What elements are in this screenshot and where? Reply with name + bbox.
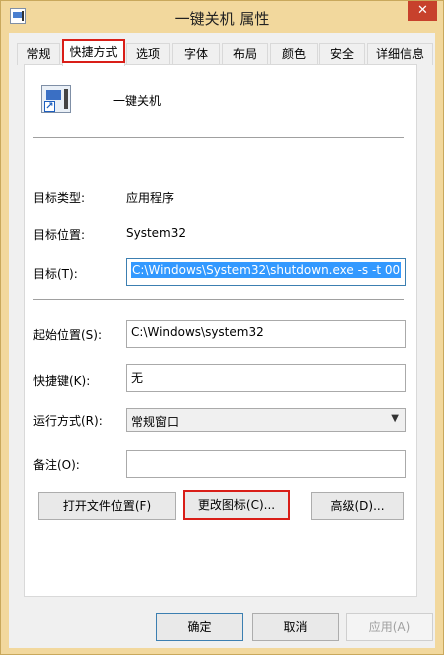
window-title: 一键关机 属性 bbox=[174, 10, 270, 28]
target-type-label: 目标类型: bbox=[33, 191, 86, 205]
target-location-label: 目标位置: bbox=[33, 228, 86, 242]
target-location-value: System32 bbox=[126, 226, 187, 240]
comment-input[interactable] bbox=[126, 450, 406, 478]
comment-label: 备注(O): bbox=[33, 458, 80, 472]
tab-security[interactable]: 安全 bbox=[319, 43, 365, 65]
tab-highlight-box bbox=[62, 39, 125, 63]
run-label: 运行方式(R): bbox=[33, 414, 103, 428]
run-select-value: 常规窗口 bbox=[131, 415, 180, 429]
separator bbox=[33, 299, 404, 301]
tab-font[interactable]: 字体 bbox=[172, 43, 220, 65]
target-input-selected-text: C:\Windows\System32\shutdown.exe -s -t 0… bbox=[131, 262, 402, 278]
run-select[interactable]: 常规窗口 ▼ bbox=[126, 408, 406, 432]
tab-general[interactable]: 常规 bbox=[17, 43, 60, 65]
shortcut-panel: ↗ 一键关机 目标类型: 应用程序 目标位置: System32 目标(T): … bbox=[24, 64, 417, 597]
close-button[interactable]: ✕ bbox=[408, 1, 437, 21]
shortcut-key-label: 快捷键(K): bbox=[33, 374, 91, 388]
advanced-button[interactable]: 高级(D)... bbox=[311, 492, 404, 520]
cancel-button[interactable]: 取消 bbox=[252, 613, 339, 641]
tab-strip: 常规 快捷方式 选项 字体 布局 颜色 安全 详细信息 bbox=[17, 39, 433, 66]
title-bar[interactable]: 一键关机 属性 ✕ bbox=[1, 1, 443, 33]
tab-colors[interactable]: 颜色 bbox=[270, 43, 318, 65]
ok-button[interactable]: 确定 bbox=[156, 613, 243, 641]
target-type-value: 应用程序 bbox=[126, 191, 175, 205]
chevron-down-icon: ▼ bbox=[391, 413, 399, 424]
target-label: 目标(T): bbox=[33, 267, 78, 281]
tab-options[interactable]: 选项 bbox=[126, 43, 170, 65]
properties-window: 一键关机 属性 ✕ 常规 快捷方式 选项 字体 布局 颜色 安全 详细信息 ↗ … bbox=[0, 0, 444, 655]
tab-details[interactable]: 详细信息 bbox=[367, 43, 433, 65]
dialog-client: 常规 快捷方式 选项 字体 布局 颜色 安全 详细信息 ↗ 一键关机 目标类型:… bbox=[9, 33, 435, 648]
open-file-location-button[interactable]: 打开文件位置(F) bbox=[38, 492, 176, 520]
tab-layout[interactable]: 布局 bbox=[222, 43, 268, 65]
shortcut-file-icon: ↗ bbox=[41, 85, 71, 113]
shortcut-key-input[interactable]: 无 bbox=[126, 364, 406, 392]
start-in-label: 起始位置(S): bbox=[33, 328, 103, 342]
separator bbox=[33, 137, 404, 139]
apply-button[interactable]: 应用(A) bbox=[346, 613, 433, 641]
change-icon-button[interactable]: 更改图标(C)... bbox=[183, 490, 290, 520]
shortcut-name: 一键关机 bbox=[113, 94, 162, 108]
tab-shortcut[interactable]: 快捷方式 bbox=[62, 39, 125, 66]
target-input[interactable]: C:\Windows\System32\shutdown.exe -s -t 0… bbox=[126, 258, 406, 286]
start-in-input[interactable]: C:\Windows\system32 bbox=[126, 320, 406, 348]
